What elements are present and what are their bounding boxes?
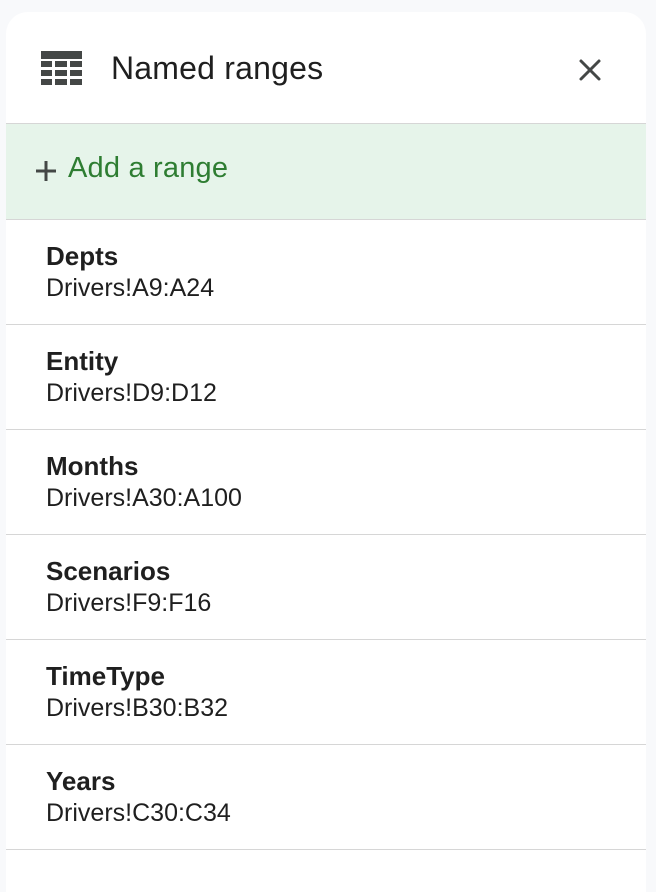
range-item-entity[interactable]: Entity Drivers!D9:D12	[6, 325, 646, 430]
panel-title: Named ranges	[111, 50, 324, 86]
table-icon	[41, 51, 82, 85]
plus-icon	[36, 161, 56, 181]
range-name: Scenarios	[46, 556, 171, 586]
range-reference: Drivers!A30:A100	[46, 484, 242, 512]
range-reference: Drivers!A9:A24	[46, 274, 215, 302]
named-ranges-panel: Named ranges Add a range Depts Drivers!A…	[6, 12, 646, 892]
add-range-button[interactable]: Add a range	[6, 124, 646, 220]
range-reference: Drivers!B30:B32	[46, 694, 229, 722]
range-reference: Drivers!F9:F16	[46, 589, 212, 617]
range-item-scenarios[interactable]: Scenarios Drivers!F9:F16	[6, 535, 646, 640]
range-name: Entity	[46, 346, 119, 376]
range-item-depts[interactable]: Depts Drivers!A9:A24	[6, 220, 646, 325]
range-reference: Drivers!D9:D12	[46, 379, 217, 407]
panel-header: Named ranges	[6, 12, 646, 124]
add-range-label: Add a range	[68, 152, 229, 184]
range-name: Depts	[46, 241, 119, 271]
close-icon[interactable]	[572, 52, 608, 88]
range-name: Years	[46, 766, 116, 796]
range-item-years[interactable]: Years Drivers!C30:C34	[6, 745, 646, 850]
range-name: Months	[46, 451, 139, 481]
range-item-months[interactable]: Months Drivers!A30:A100	[6, 430, 646, 535]
range-reference: Drivers!C30:C34	[46, 799, 231, 827]
range-name: TimeType	[46, 661, 165, 691]
range-item-timetype[interactable]: TimeType Drivers!B30:B32	[6, 640, 646, 745]
